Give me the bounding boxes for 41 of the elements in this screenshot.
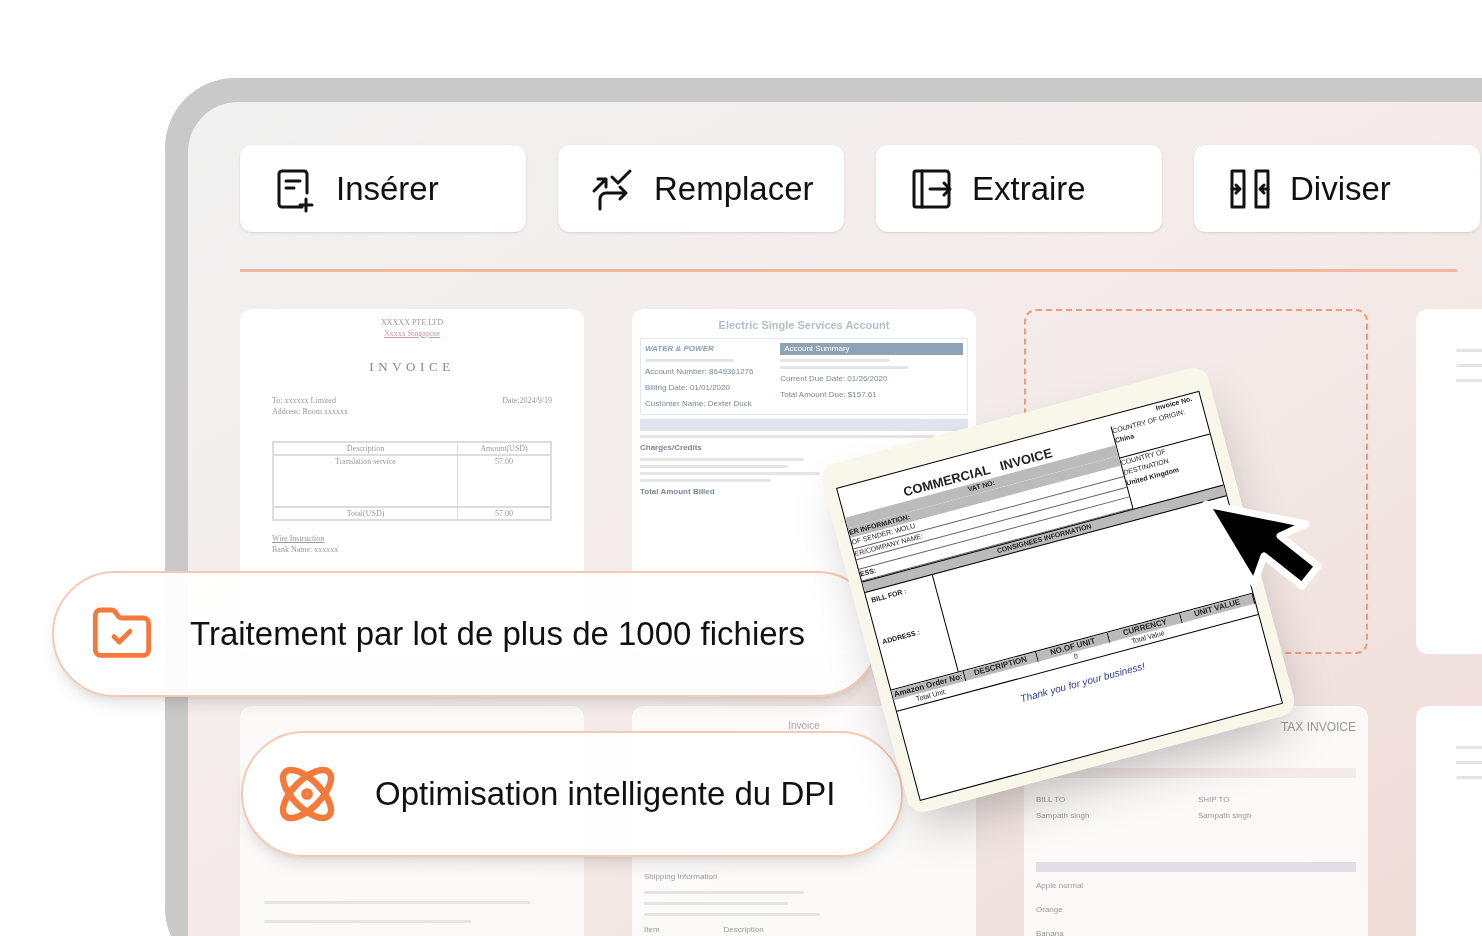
table-cell: Total(USD) [274, 506, 458, 519]
document-title: INVOICE [369, 359, 455, 375]
document-title: Electric Single Services Account [718, 318, 890, 333]
table-cell: Amount(USD) [458, 443, 550, 456]
document-text: Billing Date: 01/01/2020 [645, 381, 731, 394]
document-text: To: xxxxxx Limited [272, 395, 336, 406]
document-text: Banana [1036, 928, 1065, 936]
document-text: BILL TO [1036, 794, 1067, 806]
document-text: Wire Instruction [272, 533, 326, 544]
table-cell-text: Translation service [335, 456, 396, 468]
tool-button[interactable]: Insérer [240, 145, 526, 232]
document-text: SHIP TO [1198, 794, 1231, 806]
document-text: Account Number: 8649361276 [645, 365, 755, 378]
document-text: Shipping Information [644, 871, 719, 883]
document-text: WATER & POWER [645, 342, 715, 355]
document-text: Total Amount Due: $157.61 [780, 388, 878, 401]
document-text: Orange [1036, 904, 1064, 916]
document-text: Account Summary [780, 342, 963, 355]
document-text: Sampath singh [1198, 810, 1253, 822]
table-cell: Description [274, 443, 458, 456]
document-text: Xxxxx Singapore [383, 328, 441, 339]
table-cell: 57.00 [458, 506, 550, 519]
tool-button[interactable]: Extraire [876, 145, 1162, 232]
document-title: Invoice [788, 719, 820, 733]
document-text: Description [723, 924, 764, 936]
document-text: XXXXX PTE.LTD [381, 317, 443, 328]
tool-button[interactable]: Diviser [1194, 145, 1480, 232]
document-title: TAX INVOICE [1280, 719, 1356, 736]
feature-label: Optimisation intelligente du DPI [375, 774, 836, 815]
document-text: Charges/Credits [640, 441, 703, 454]
tool-button[interactable]: Remplacer [558, 145, 844, 232]
feature-label: Traitement par lot de plus de 1000 fichiers [190, 614, 806, 655]
document-text: Apple normal [1036, 880, 1085, 892]
document-text: Sampath singh [1036, 810, 1091, 822]
document-text: Item [644, 924, 660, 936]
document-text: Bank Name: xxxxxx [272, 544, 340, 555]
table-cell-text: 57.00 [495, 456, 513, 468]
document-text: Current Due Date: 01/26/2020 [780, 372, 889, 385]
document-text: Date:2024/9/19 [502, 395, 552, 406]
document-text: Address: Room xxxxxx [272, 407, 348, 416]
document-text: Customer Name: Dexter Duck [645, 397, 753, 410]
